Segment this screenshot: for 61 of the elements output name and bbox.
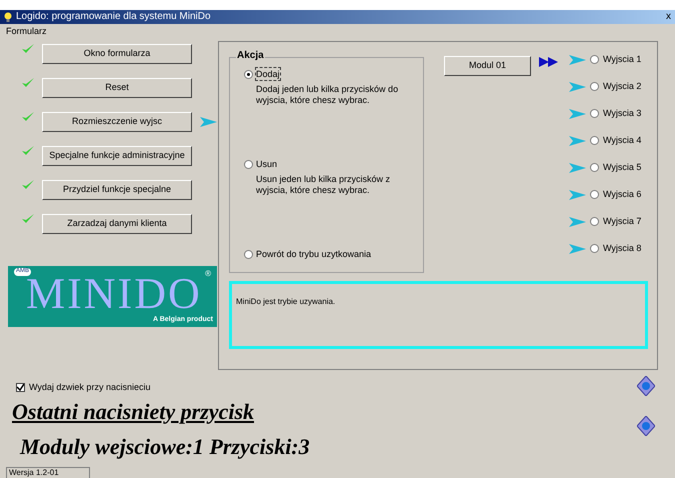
arrow-icon [569, 216, 586, 226]
status-bar: Wersja 1.2-01 [6, 467, 90, 478]
registered-mark: ® [205, 268, 211, 280]
output-label[interactable]: Wyjscia 8 [603, 242, 642, 256]
menu-item[interactable]: Formularz [6, 26, 47, 36]
arrow-icon [569, 136, 586, 146]
pointer-arrow-icon [200, 117, 217, 127]
nav-button[interactable]: Zarzadzaj danymi klienta [42, 214, 192, 234]
checkmark-icon [22, 214, 34, 224]
arrow-icon [569, 82, 586, 92]
group-title: Akcja [236, 51, 265, 61]
radio-button[interactable] [590, 244, 599, 253]
nav-button[interactable]: Rozmieszczenie wyjsc [42, 112, 192, 132]
window-title: Logido: programowanie dla systemu MiniDo [16, 12, 211, 22]
last-button-heading: Ostatni nacisniety przycisk [12, 398, 254, 424]
radio-label[interactable]: Dodaj [256, 68, 280, 80]
diamond-icon[interactable] [637, 376, 655, 396]
output-label[interactable]: Wyjscia 2 [603, 80, 642, 94]
module-button[interactable]: Modul 01 [444, 56, 531, 76]
radio-label[interactable]: Usun [256, 158, 278, 170]
output-label[interactable]: Wyjscia 7 [603, 214, 642, 228]
option-description: Dodaj jeden lub kilka przycisków do wyjscia, które chesz wybrac. [256, 84, 400, 106]
checkbox[interactable] [16, 383, 25, 392]
radio-button[interactable] [590, 163, 599, 172]
checkmark-icon [22, 112, 34, 122]
radio-button[interactable] [590, 190, 599, 199]
nav-button[interactable]: Okno formularza [42, 44, 192, 64]
radio-button[interactable] [590, 109, 599, 118]
radio-button[interactable] [590, 82, 599, 91]
double-arrow-icon [539, 57, 559, 67]
output-label[interactable]: Wyjscia 5 [603, 160, 642, 174]
output-label[interactable]: Wyjscia 4 [603, 134, 642, 148]
radio-button[interactable] [590, 136, 599, 145]
option-description: Usun jeden lub kilka przycisków z wyjscia, które chesz wybrac. [256, 174, 392, 196]
output-label[interactable]: Wyjscia 1 [603, 52, 642, 66]
arrow-icon [569, 54, 586, 64]
arrow-icon [569, 244, 586, 254]
diamond-icon[interactable] [637, 416, 655, 436]
radio-button[interactable] [590, 217, 599, 226]
output-label[interactable]: Wyjscia 3 [603, 106, 642, 120]
radio-button[interactable] [244, 160, 253, 168]
radio-button[interactable] [244, 70, 253, 78]
light-bulb-icon [4, 12, 12, 22]
checkmark-icon [22, 146, 34, 156]
arrow-icon [569, 162, 586, 172]
radio-button[interactable] [590, 55, 599, 64]
nav-button[interactable]: Specjalne funkcje administracyjne [42, 146, 192, 166]
message-text: MiniDo jest trybie uzywania. [236, 297, 336, 306]
checkmark-icon [22, 44, 34, 54]
close-button[interactable]: x [666, 12, 671, 22]
output-label[interactable]: Wyjscia 6 [603, 188, 642, 202]
nav-button[interactable]: Reset [42, 78, 192, 98]
radio-label[interactable]: Powrót do trybu uzytkowania [256, 248, 372, 260]
checkbox-label[interactable]: Wydaj dzwiek przy nacisnieciu [29, 381, 150, 394]
last-button-info: Moduly wejsciowe:1 Przyciski:3 [20, 434, 310, 458]
checkmark-icon [22, 78, 34, 88]
arrow-icon [569, 190, 586, 200]
arrow-icon [569, 108, 586, 118]
checkmark-icon [22, 180, 34, 190]
radio-button[interactable] [244, 250, 253, 258]
nav-button[interactable]: Przydziel funkcje specjalne [42, 180, 192, 200]
